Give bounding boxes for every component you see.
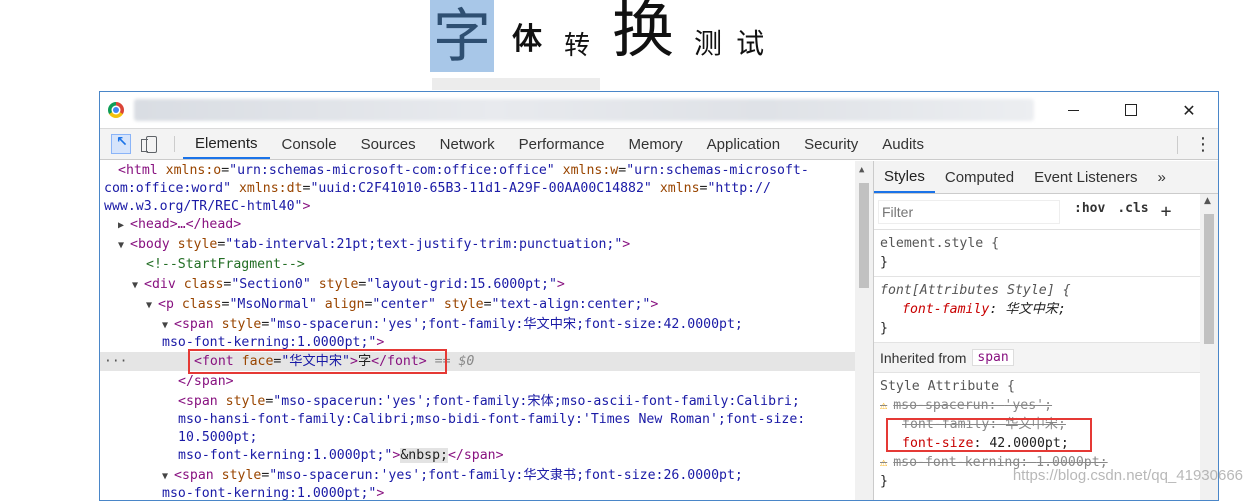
hov-toggle[interactable]: :hov	[1074, 201, 1105, 222]
cls-toggle[interactable]: .cls	[1117, 201, 1148, 222]
heading-char-3: 转	[564, 31, 591, 61]
styles-filter-input[interactable]	[878, 199, 1060, 224]
dom-line-div[interactable]: ▼ <div class="Section0" style="layout-gri…	[132, 275, 855, 294]
dom-line[interactable]: mso-hansi-font-family:Calibri;mso-bidi-f…	[178, 410, 855, 429]
dom-line-comment[interactable]: <!--StartFragment-->	[146, 255, 855, 274]
title-bar[interactable]: ✕	[100, 92, 1218, 128]
page-heading: 字 体 转 换 测 试	[430, 0, 764, 72]
heading-char-5: 测	[694, 27, 723, 60]
tab-audits[interactable]: Audits	[870, 129, 936, 159]
dom-line-span[interactable]: ▼ <span style="mso-spacerun:'yes';font-fa…	[162, 315, 855, 334]
attr-declaration[interactable]: font-family: 华文中宋;	[880, 300, 1212, 319]
tab-elements[interactable]: Elements	[183, 129, 270, 159]
collapse-arrow-icon[interactable]: ▼	[146, 296, 158, 315]
dom-line[interactable]: mso-font-kerning:1.0000pt;">&nbsp;</span…	[178, 446, 855, 465]
highlight-box-font-size	[886, 418, 1092, 452]
new-rule-icon[interactable]: +	[1161, 201, 1172, 222]
device-phone-icon	[140, 135, 157, 153]
warning-icon: ⚠	[880, 455, 888, 469]
heading-char-2: 体	[512, 22, 543, 57]
inspect-element-button[interactable]	[106, 129, 136, 159]
styles-scrollbar[interactable]: ▲	[1200, 194, 1218, 500]
window-title-blurred	[134, 99, 1034, 121]
styles-filter-row: :hov .cls +	[874, 194, 1218, 230]
tab-network[interactable]: Network	[428, 129, 507, 159]
collapse-arrow-icon[interactable]: ▼	[118, 236, 130, 255]
heading-char-4: 换	[612, 0, 675, 66]
scroll-thumb[interactable]	[859, 183, 869, 288]
attributes-style-rule[interactable]: font[Attributes Style] { font-family: 华文…	[874, 277, 1218, 343]
dom-line[interactable]: www.w3.org/TR/REC-html40">	[104, 197, 855, 216]
more-options-icon[interactable]: ⋮	[1194, 136, 1212, 154]
device-toolbar-button[interactable]	[136, 129, 166, 159]
subtab-computed[interactable]: Computed	[935, 161, 1024, 193]
scroll-up-icon[interactable]: ▲	[859, 165, 864, 175]
tabbar-right: ⋮	[1177, 129, 1212, 161]
inherited-from-row: Inherited from span	[874, 343, 1218, 373]
more-dots-icon[interactable]: ···	[104, 352, 127, 371]
tab-application[interactable]: Application	[695, 129, 792, 159]
elements-scrollbar[interactable]: ▲	[855, 161, 873, 500]
dom-line[interactable]: 10.5000pt;	[178, 428, 855, 447]
dom-line[interactable]: <html xmlns:o="urn:schemas-microsoft-com…	[118, 161, 855, 180]
tab-console[interactable]: Console	[270, 129, 349, 159]
devtools-window: ✕ Elements Console Sources Network Perfo…	[99, 91, 1219, 501]
inherited-span-link[interactable]: span	[972, 349, 1014, 366]
devtools-main: <html xmlns:o="urn:schemas-microsoft-com…	[100, 161, 1218, 500]
heading-char-6: 试	[736, 27, 765, 60]
scroll-up-icon[interactable]: ▲	[1204, 196, 1211, 206]
decl-mso-spacerun[interactable]: ⚠ mso-spacerun: 'yes';	[880, 396, 1212, 415]
collapse-arrow-icon[interactable]: ▼	[132, 276, 144, 295]
watermark-url: https://blog.csdn.net/qq_41930666	[1012, 467, 1243, 484]
tab-memory[interactable]: Memory	[617, 129, 695, 159]
scroll-thumb[interactable]	[1204, 214, 1214, 344]
styles-panel: Styles Computed Event Listeners » :hov .…	[874, 161, 1218, 500]
inspect-cursor-icon	[111, 134, 131, 154]
dom-line[interactable]: </span>	[178, 372, 855, 391]
dom-line-span[interactable]: <span style="mso-spacerun:'yes';font-fam…	[178, 392, 855, 411]
chrome-logo-icon	[108, 102, 124, 118]
highlight-box-font	[188, 349, 447, 374]
tab-separator	[174, 136, 175, 152]
close-button[interactable]: ✕	[1160, 92, 1218, 128]
dom-line[interactable]: com:office:word" xmlns:dt="uuid:C2F41010…	[104, 179, 855, 198]
tab-security[interactable]: Security	[792, 129, 870, 159]
dom-line-body[interactable]: ▼ <body style="tab-interval:21pt;text-jus…	[118, 235, 855, 254]
tabbar-divider	[1177, 136, 1178, 154]
window-controls: ✕	[1044, 92, 1218, 128]
tab-performance[interactable]: Performance	[507, 129, 617, 159]
elements-tree-panel: <html xmlns:o="urn:schemas-microsoft-com…	[100, 161, 874, 500]
subtab-styles[interactable]: Styles	[874, 161, 935, 193]
devtools-tabbar: Elements Console Sources Network Perform…	[100, 128, 1218, 160]
filter-tools: :hov .cls +	[1074, 201, 1171, 222]
dom-line-p[interactable]: ▼ <p class="MsoNormal" align="center" sty…	[146, 295, 855, 314]
heading-char-1: 字	[430, 0, 495, 72]
minimize-button[interactable]	[1044, 92, 1102, 128]
subtab-event-listeners[interactable]: Event Listeners	[1024, 161, 1147, 193]
expand-arrow-icon[interactable]: ▶	[118, 216, 130, 235]
more-subtabs-icon[interactable]: »	[1147, 161, 1175, 193]
dom-line[interactable]: mso-font-kerning:1.0000pt;">	[162, 484, 855, 500]
maximize-button[interactable]	[1102, 92, 1160, 128]
tab-sources[interactable]: Sources	[349, 129, 428, 159]
dom-line-head[interactable]: ▶ <head>…</head>	[118, 215, 855, 234]
background-tab-strip	[432, 78, 600, 90]
warning-icon: ⚠	[880, 398, 888, 412]
element-style-rule[interactable]: element.style { }	[874, 230, 1218, 277]
styles-subtabs: Styles Computed Event Listeners »	[874, 161, 1218, 194]
dom-line-span[interactable]: ▼ <span style="mso-spacerun:'yes';font-fa…	[162, 466, 855, 485]
